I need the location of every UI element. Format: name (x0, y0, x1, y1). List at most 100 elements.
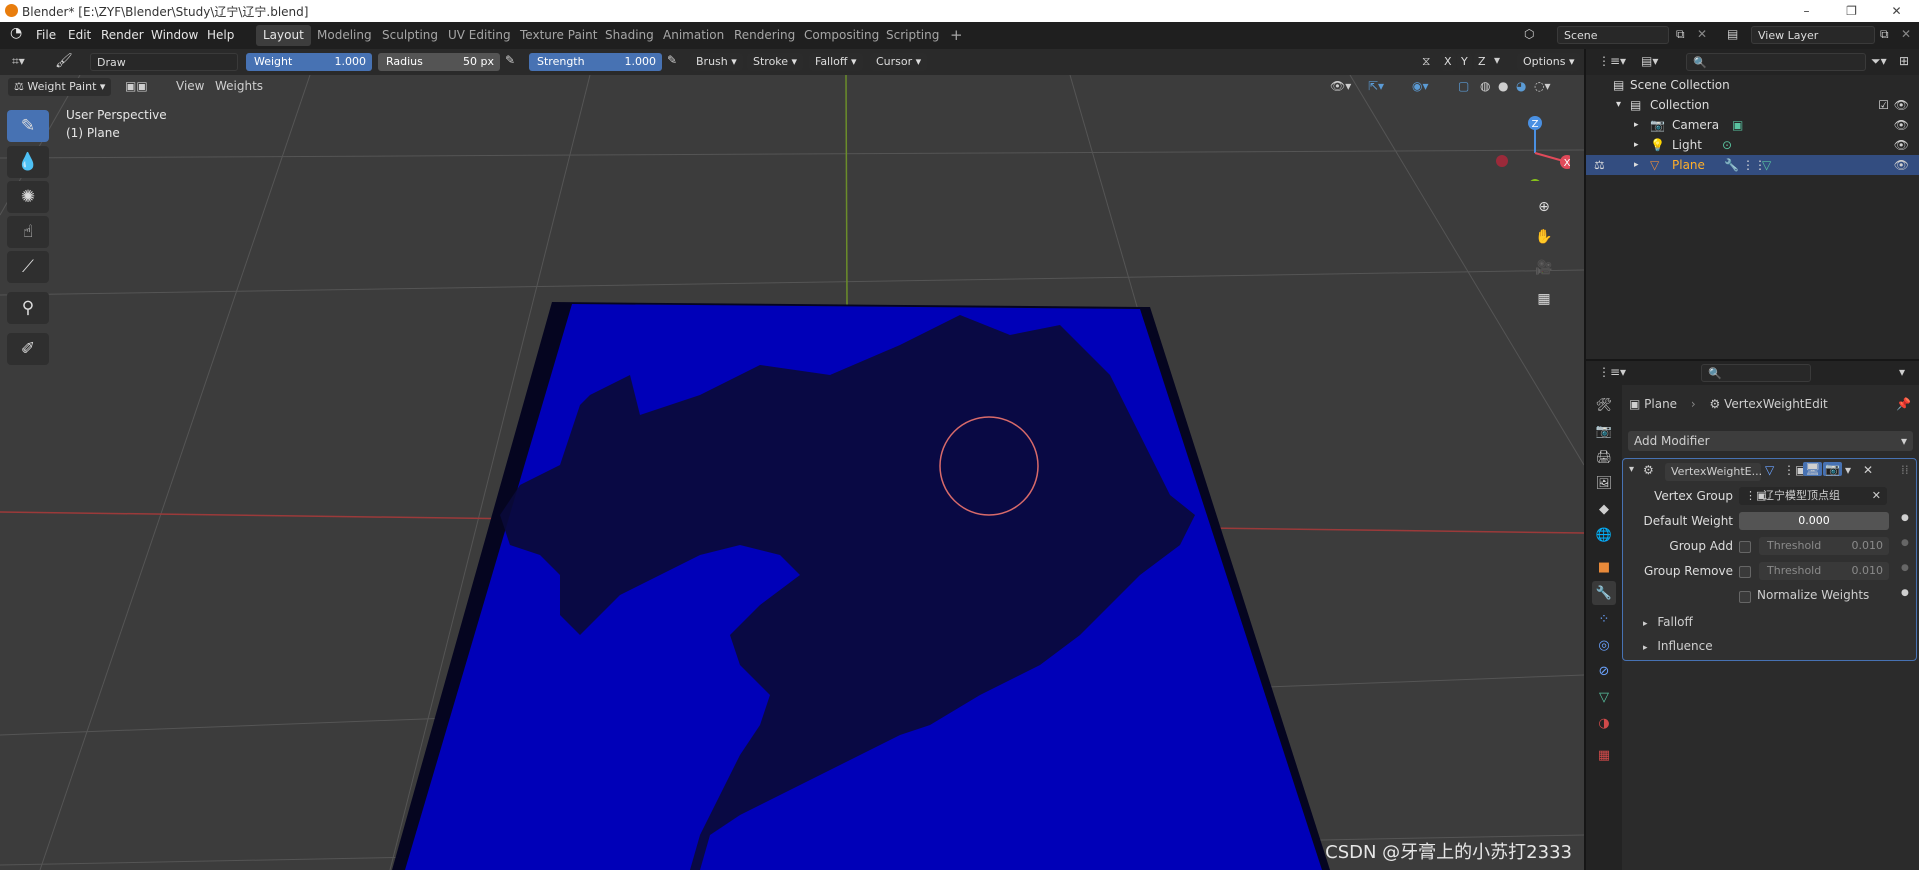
brush-menu[interactable]: Brush ▾ (690, 53, 743, 71)
menu-weights[interactable]: Weights (215, 79, 263, 93)
restore-button[interactable]: ❐ (1829, 0, 1874, 22)
modifier-collapse-icon[interactable]: ▾ (1629, 464, 1634, 475)
vertex-group-field[interactable]: ⋮▣ 辽宁模型顶点组 ✕ (1739, 487, 1887, 505)
outliner-item-plane[interactable]: ⚖ ▸ ▽ Plane 🔧 ⋮⋮ ▽ 👁 (1586, 155, 1919, 175)
data-tab-icon[interactable]: ▽ (1592, 685, 1616, 709)
modifier-name-field[interactable]: VertexWeightE... (1665, 463, 1761, 481)
tab-compositing[interactable]: Compositing (797, 25, 886, 46)
keyframe-dot-icon[interactable]: ● (1901, 588, 1909, 598)
add-workspace-button[interactable]: + (943, 25, 970, 46)
radius-pressure-icon[interactable]: ✎ (505, 53, 515, 67)
default-weight-field[interactable]: 0.000 (1739, 512, 1889, 530)
scene-name-field[interactable]: Scene (1557, 26, 1669, 44)
group-add-checkbox[interactable] (1739, 541, 1751, 553)
mirror-y-toggle[interactable]: Y (1457, 53, 1472, 71)
xray-toggle-icon[interactable]: ▢ (1458, 79, 1469, 93)
visibility-icon[interactable]: 👁▾ (1330, 79, 1351, 93)
material-tab-icon[interactable]: ◑ (1592, 711, 1616, 735)
cursor-menu[interactable]: Cursor ▾ (870, 53, 928, 71)
editor-type-icon[interactable]: ⌗▾ (12, 54, 25, 69)
tab-sculpting[interactable]: Sculpting (375, 25, 445, 46)
sample-weight-tool-icon[interactable]: ⚲ (7, 292, 49, 324)
constraints-tab-icon[interactable]: ⊘ (1592, 659, 1616, 683)
draw-tool-icon[interactable]: ✎ (7, 110, 49, 142)
menu-view[interactable]: View (176, 79, 204, 93)
perspective-toggle-icon[interactable]: ▦ (1530, 285, 1558, 313)
eye-icon[interactable]: 👁 (1894, 135, 1909, 155)
physics-tab-icon[interactable]: ◎ (1592, 633, 1616, 657)
eye-icon[interactable]: 👁 (1894, 95, 1909, 115)
menu-file[interactable]: File (36, 28, 56, 42)
show-viewport-icon[interactable]: 🖥 (1803, 462, 1823, 476)
view-layer-icon[interactable]: ▤ (1727, 27, 1738, 41)
wireframe-shading-icon[interactable]: ◍ (1480, 79, 1490, 93)
minimize-button[interactable]: – (1784, 0, 1829, 22)
falloff-menu[interactable]: Falloff ▾ (809, 53, 863, 71)
scene-icon[interactable]: ⬡ (1524, 27, 1534, 41)
outliner-collection[interactable]: ▾ ▤ Collection ☑ 👁 (1586, 95, 1919, 115)
eye-icon[interactable]: 👁 (1894, 115, 1909, 135)
camera-view-icon[interactable]: 🎥 (1530, 254, 1558, 282)
delete-scene-icon[interactable]: ✕ (1697, 27, 1707, 41)
outliner-item-light[interactable]: ▸ 💡 Light ⊙ 👁 (1586, 135, 1919, 155)
exclude-checkbox-icon[interactable]: ☑ (1878, 95, 1889, 115)
properties-search-field[interactable]: 🔍 (1701, 364, 1811, 382)
stroke-menu[interactable]: Stroke ▾ (747, 53, 804, 71)
expand-arrow-icon[interactable]: ▸ (1634, 115, 1639, 135)
menu-help[interactable]: Help (207, 28, 234, 42)
add-modifier-button[interactable]: Add Modifier ▾ (1628, 431, 1913, 451)
radius-slider[interactable]: Radius 50 px (378, 53, 500, 71)
scene-tab-icon[interactable]: ◆ (1592, 497, 1616, 521)
smear-tool-icon[interactable]: ☝ (7, 216, 49, 248)
outliner-item-camera[interactable]: ▸ 📷 Camera ▣ 👁 (1586, 115, 1919, 135)
mode-selector[interactable]: ⚖ Weight Paint ▾ (8, 78, 112, 96)
area-divider[interactable] (1584, 49, 1586, 870)
keyframe-dot-icon[interactable]: ● (1901, 513, 1909, 523)
object-tab-icon[interactable]: ■ (1592, 555, 1616, 579)
normalize-weights-checkbox[interactable] (1739, 591, 1751, 603)
texture-tab-icon[interactable]: ▦ (1592, 743, 1616, 767)
strength-pressure-icon[interactable]: ✎ (667, 53, 677, 67)
output-tab-icon[interactable]: 🖨 (1592, 445, 1616, 469)
tab-shading[interactable]: Shading (598, 25, 661, 46)
modifier-menu-chevron-icon[interactable]: ▾ (1845, 463, 1851, 477)
influence-subpanel[interactable]: ▸ Influence (1643, 639, 1713, 653)
world-tab-icon[interactable]: 🌐 (1592, 523, 1616, 547)
tab-rendering[interactable]: Rendering (727, 25, 802, 46)
keyframe-dot-icon[interactable]: ● (1901, 538, 1909, 548)
collapse-arrow-icon[interactable]: ▾ (1616, 95, 1621, 115)
new-scene-icon[interactable]: ⧉ (1676, 27, 1685, 42)
expand-arrow-icon[interactable]: ▸ (1634, 155, 1639, 175)
mask-toggle-icon[interactable]: ▣▣ (125, 79, 148, 93)
expand-arrow-icon[interactable]: ▸ (1634, 135, 1639, 155)
solid-shading-icon[interactable]: ● (1498, 79, 1508, 93)
menu-window[interactable]: Window (151, 28, 198, 42)
show-render-icon[interactable]: 📷 (1823, 462, 1842, 476)
average-tool-icon[interactable]: ✺ (7, 181, 49, 213)
clear-vertex-group-icon[interactable]: ✕ (1872, 487, 1881, 505)
outliner-search-field[interactable]: 🔍 (1686, 53, 1866, 71)
gizmo-toggle-icon[interactable]: ⇱▾ (1368, 79, 1384, 93)
new-collection-icon[interactable]: ⊞ (1899, 54, 1909, 68)
blender-menu-icon[interactable]: ◔ (10, 25, 22, 41)
brush-icon[interactable]: 🖌 (55, 53, 73, 69)
modifier-tab-icon[interactable]: 🔧 (1592, 581, 1616, 605)
tab-texture-paint[interactable]: Texture Paint (513, 25, 604, 46)
mirror-z-toggle[interactable]: Z (1474, 53, 1490, 71)
new-view-layer-icon[interactable]: ⧉ (1880, 27, 1889, 42)
menu-edit[interactable]: Edit (68, 28, 91, 42)
tab-modeling[interactable]: Modeling (310, 25, 379, 46)
render-tab-icon[interactable]: 📷 (1592, 419, 1616, 443)
on-cage-icon[interactable]: ▽ (1765, 463, 1774, 477)
tab-uv-editing[interactable]: UV Editing (441, 25, 518, 46)
tab-animation[interactable]: Animation (656, 25, 731, 46)
weight-slider[interactable]: Weight 1.000 (246, 53, 372, 71)
mirror-options-chevron-icon[interactable]: ▾ (1494, 53, 1500, 67)
overlay-toggle-icon[interactable]: ◉▾ (1412, 79, 1429, 93)
3d-viewport[interactable]: ⚖ Weight Paint ▾ ▣▣ View Weights 👁▾ ⇱▾ ◉… (0, 75, 1584, 870)
threshold-remove-field[interactable]: Threshold 0.010 (1759, 562, 1889, 580)
drag-handle-icon[interactable]: ⁞⁞ (1901, 463, 1909, 477)
options-menu[interactable]: Options ▾ (1517, 53, 1581, 71)
keyframe-dot-icon[interactable]: ● (1901, 563, 1909, 573)
annotate-tool-icon[interactable]: ✐ (7, 333, 49, 365)
